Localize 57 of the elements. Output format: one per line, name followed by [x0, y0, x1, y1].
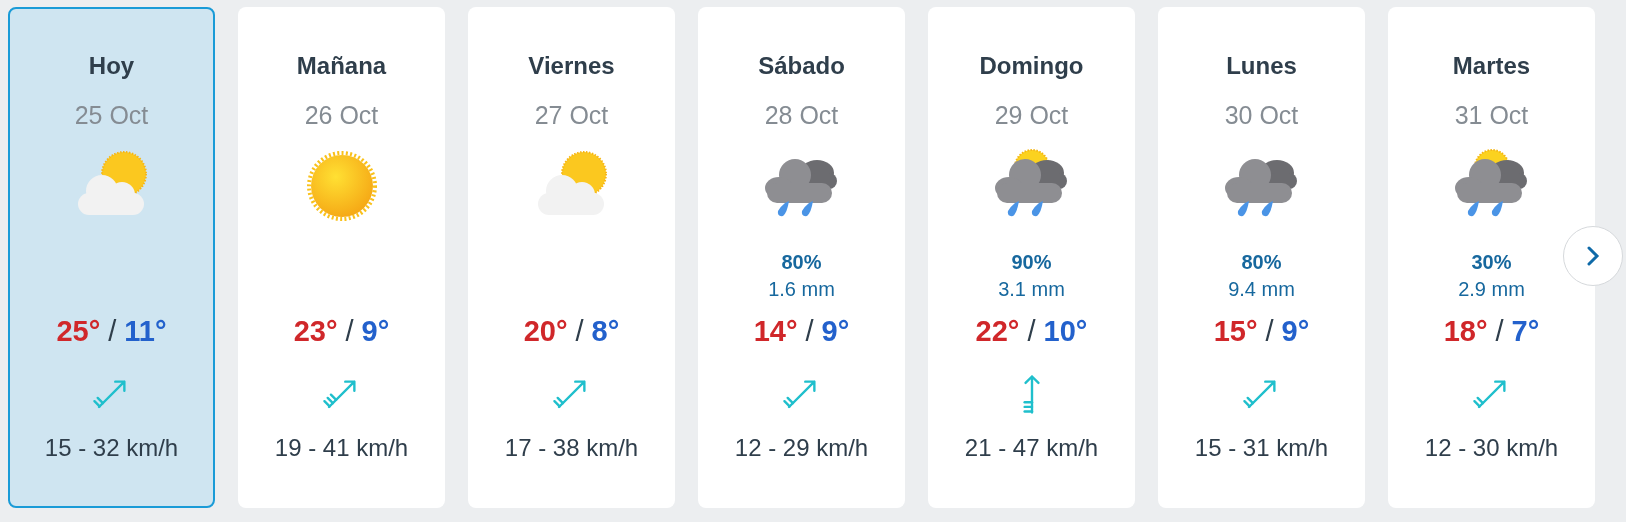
min-temperature: 8° [591, 314, 620, 349]
min-temperature: 9° [361, 314, 390, 349]
max-temperature: 23° [293, 314, 338, 349]
day-date: 26 Oct [304, 100, 379, 130]
day-card[interactable]: Sábado 28 Oct 80% 1.6 mm 14° / 9° 12 - 29 km/h [698, 7, 905, 508]
day-card[interactable]: Domingo 29 Oct 90% 3.1 mm 22° / 10° 21 - 47 km/h [928, 7, 1135, 508]
day-card[interactable]: Martes 31 Oct 30% 2.9 mm 18° / 7° 12 - 30 km/h [1388, 7, 1595, 508]
wind-speed: 12 - 30 km/h [1424, 433, 1559, 463]
day-date: 25 Oct [74, 100, 149, 130]
temperature-separator: / [805, 314, 814, 349]
day-date: 31 Oct [1454, 100, 1529, 130]
day-card[interactable]: Viernes 27 Oct 20° / 8° 17 - 38 km/h [468, 7, 675, 508]
rain-chance: 30% [1471, 250, 1512, 275]
wind-speed: 12 - 29 km/h [734, 433, 869, 463]
day-date: 30 Oct [1224, 100, 1299, 130]
day-name: Martes [1452, 52, 1531, 80]
max-temperature: 25° [56, 314, 101, 349]
max-temperature: 22° [975, 314, 1020, 349]
min-temperature: 11° [124, 314, 167, 349]
day-name: Mañana [296, 52, 387, 80]
temperature-separator: / [575, 314, 584, 349]
temperature-separator: / [108, 314, 117, 349]
day-name: Lunes [1226, 52, 1297, 80]
min-temperature: 10° [1043, 314, 1088, 349]
day-card[interactable]: Hoy 25 Oct 25° / 11° 15 - 32 km/h [8, 7, 215, 508]
max-temperature: 18° [1443, 314, 1488, 349]
wind-speed: 17 - 38 km/h [504, 433, 639, 463]
rain-amount: 2.9 mm [1458, 277, 1525, 302]
temperature-separator: / [1495, 314, 1504, 349]
wind-speed: 19 - 41 km/h [274, 433, 409, 463]
rain-chance: 80% [781, 250, 822, 275]
day-name: Hoy [88, 52, 135, 80]
day-name: Sábado [758, 52, 845, 80]
temperature-separator: / [1027, 314, 1036, 349]
max-temperature: 15° [1213, 314, 1258, 349]
day-date: 29 Oct [994, 100, 1069, 130]
max-temperature: 14° [753, 314, 798, 349]
day-card[interactable]: Mañana 26 Oct 23° / 9° 19 - 41 km/h [238, 7, 445, 508]
max-temperature: 20° [523, 314, 568, 349]
wind-speed: 15 - 32 km/h [44, 433, 179, 463]
rain-amount: 3.1 mm [998, 277, 1065, 302]
rain-chance: 80% [1241, 250, 1282, 275]
min-temperature: 9° [1281, 314, 1310, 349]
min-temperature: 9° [821, 314, 850, 349]
day-date: 27 Oct [534, 100, 609, 130]
temperature-separator: / [345, 314, 354, 349]
wind-speed: 15 - 31 km/h [1194, 433, 1329, 463]
day-date: 28 Oct [764, 100, 839, 130]
rain-amount: 1.6 mm [768, 277, 835, 302]
rain-chance: 90% [1011, 250, 1052, 275]
wind-speed: 21 - 47 km/h [964, 433, 1099, 463]
day-name: Domingo [979, 52, 1084, 80]
day-name: Viernes [528, 52, 615, 80]
day-card[interactable]: Lunes 30 Oct 80% 9.4 mm 15° / 9° 15 - 31 km/h [1158, 7, 1365, 508]
min-temperature: 7° [1511, 314, 1540, 349]
rain-amount: 9.4 mm [1228, 277, 1295, 302]
temperature-separator: / [1265, 314, 1274, 349]
